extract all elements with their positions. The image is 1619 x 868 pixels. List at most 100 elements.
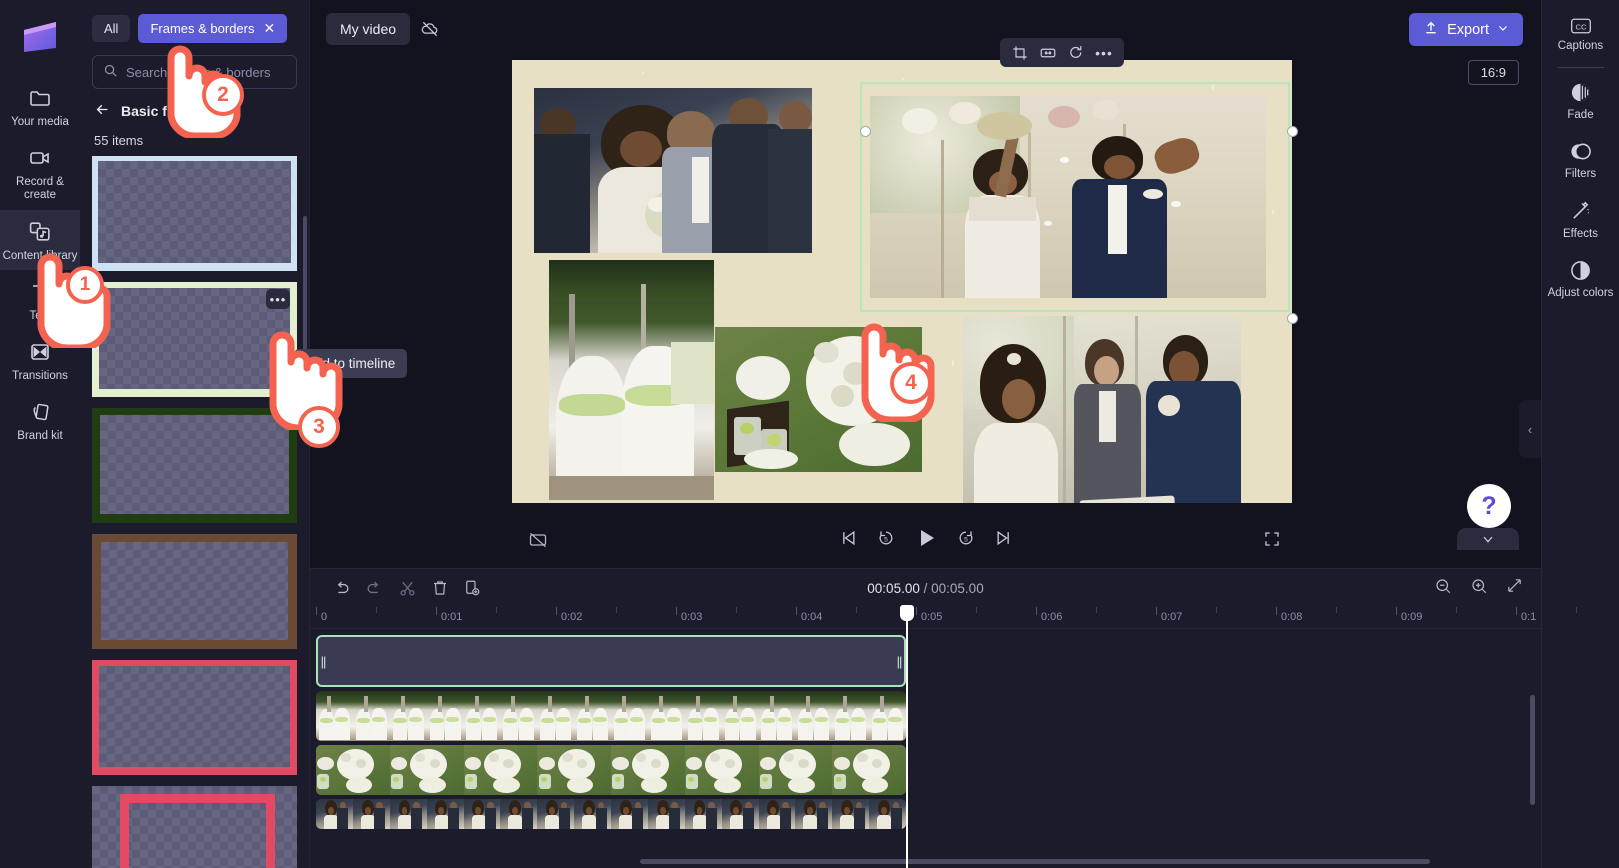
- track-floral-centerpiece[interactable]: [316, 745, 906, 795]
- export-label: Export: [1447, 21, 1489, 38]
- property-item-adjust-colors[interactable]: Adjust colors: [1542, 250, 1619, 309]
- fit-timeline-icon[interactable]: [1506, 577, 1523, 599]
- fit-width-icon[interactable]: [1036, 42, 1060, 64]
- ruler-tick-minor: [856, 607, 857, 613]
- property-label: Effects: [1563, 227, 1598, 240]
- property-label: Captions: [1557, 40, 1604, 52]
- text-t-icon: [27, 279, 53, 305]
- arrow-left-icon[interactable]: [94, 101, 111, 121]
- top-bar: My video Export 16:9: [310, 0, 1541, 85]
- help-collapse-caret[interactable]: [1457, 528, 1519, 550]
- frame-card-light-blue[interactable]: [92, 156, 297, 271]
- chip-label: All: [104, 21, 119, 36]
- export-button[interactable]: Export: [1409, 13, 1523, 46]
- frame-more-options-icon[interactable]: •••: [266, 289, 290, 309]
- skip-to-start-icon[interactable]: [838, 528, 858, 548]
- search-input[interactable]: [126, 64, 286, 80]
- clipchamp-logo-icon[interactable]: [18, 18, 62, 58]
- rewind-5-icon[interactable]: 5: [876, 528, 896, 548]
- folder-icon: [27, 85, 53, 111]
- property-item-effects[interactable]: Effects: [1542, 191, 1619, 250]
- skip-to-end-icon[interactable]: [994, 528, 1014, 548]
- photo-reception-tables[interactable]: [549, 260, 714, 500]
- property-label: Filters: [1564, 168, 1597, 181]
- breadcrumb[interactable]: Basic frames: [80, 89, 309, 127]
- split-scissors-icon[interactable]: [398, 579, 417, 598]
- filmstrip-thumbnail: [463, 799, 501, 829]
- track-guests[interactable]: [316, 799, 906, 829]
- filmstrip-thumbnail: [500, 799, 538, 829]
- filmstrip-thumbnail: [795, 799, 833, 829]
- step-badge-2: 2: [202, 74, 244, 116]
- more-options-icon[interactable]: •••: [1092, 42, 1116, 64]
- crop-icon[interactable]: [1008, 42, 1032, 64]
- photo-ceremony-vows[interactable]: [963, 316, 1241, 503]
- zoom-out-icon[interactable]: [1434, 577, 1452, 600]
- sidebar-item-transitions[interactable]: Transitions: [0, 330, 80, 390]
- sidebar-label: Brand kit: [17, 430, 63, 443]
- trim-handle-right[interactable]: ||: [894, 637, 904, 685]
- filmstrip-thumbnail: [537, 691, 575, 741]
- photo-floral-centerpiece[interactable]: [715, 327, 922, 472]
- captions-off-icon[interactable]: [528, 530, 548, 555]
- duplicate-icon[interactable]: [463, 579, 481, 597]
- play-icon[interactable]: [914, 526, 938, 550]
- photo-celebration-couple[interactable]: [870, 96, 1266, 298]
- frame-card-light-green[interactable]: •••: [92, 282, 297, 397]
- filmstrip-thumbnail: [537, 745, 611, 795]
- chip-all[interactable]: All: [92, 15, 131, 42]
- sidebar-label: Content library: [2, 249, 78, 262]
- playhead[interactable]: [900, 605, 914, 868]
- video-canvas[interactable]: [512, 60, 1292, 503]
- sidebar-item-brand-kit[interactable]: Brand kit: [0, 390, 80, 450]
- project-name-field[interactable]: My video: [326, 13, 411, 45]
- sidebar-item-your-media[interactable]: Your media: [0, 76, 80, 136]
- photo-bride-and-father[interactable]: [534, 88, 812, 253]
- zoom-in-icon[interactable]: [1470, 577, 1488, 600]
- filmstrip-thumbnail: [758, 745, 833, 795]
- sidebar-item-record-create[interactable]: Record & create: [0, 136, 80, 209]
- frames-grid[interactable]: •••: [80, 156, 309, 868]
- filmstrip-thumbnail: [832, 745, 906, 795]
- search-box[interactable]: [92, 55, 297, 89]
- step-badge-1: 1: [66, 266, 104, 304]
- content-library-icon: [27, 219, 53, 245]
- forward-5-icon[interactable]: 5: [956, 528, 976, 548]
- chevron-left-icon: ‹: [1527, 421, 1533, 437]
- delete-trash-icon[interactable]: [431, 579, 449, 597]
- sidebar-item-content-library[interactable]: Content library: [0, 209, 80, 270]
- timeline-horizontal-scrollbar[interactable]: [640, 859, 1430, 864]
- property-item-captions[interactable]: CC Captions: [1542, 8, 1619, 62]
- chip-frames-borders[interactable]: Frames & borders ✕: [138, 14, 288, 43]
- filmstrip-thumbnail: [463, 745, 538, 795]
- timeline-vertical-scrollbar[interactable]: [1530, 695, 1535, 805]
- trim-handle-left[interactable]: ||: [318, 637, 328, 685]
- property-item-filters[interactable]: Filters: [1542, 131, 1619, 190]
- track-reception-tables[interactable]: [316, 691, 906, 741]
- ruler-label: 0:07: [1161, 611, 1183, 623]
- track-frame-overlay[interactable]: || ||: [316, 635, 906, 687]
- collapse-panel-button[interactable]: ‹: [1519, 400, 1541, 458]
- timeline-ruler[interactable]: 0 0:01 0:02 0:03 0:04 0:05 0:06 0:07 0:08 0:09 0:1: [310, 607, 1577, 629]
- filmstrip-thumbnail: [611, 691, 648, 741]
- rotate-icon[interactable]: [1064, 42, 1088, 64]
- undo-icon[interactable]: [332, 579, 351, 598]
- close-x-icon[interactable]: ✕: [264, 20, 276, 37]
- chevron-down-icon: [1497, 22, 1509, 38]
- frame-card-dark-green[interactable]: [92, 408, 297, 523]
- frame-card-brown[interactable]: [92, 534, 297, 649]
- library-scrollbar[interactable]: [303, 216, 307, 361]
- ruler-tick-minor: [376, 607, 377, 613]
- filmstrip-thumbnail: [426, 691, 464, 741]
- property-item-fade[interactable]: Fade: [1542, 72, 1619, 131]
- help-button[interactable]: ?: [1467, 484, 1511, 528]
- redo-icon[interactable]: [365, 579, 384, 598]
- filmstrip-thumbnail: [758, 691, 796, 741]
- playhead-knob[interactable]: [900, 605, 914, 621]
- fullscreen-icon[interactable]: [1263, 530, 1281, 553]
- frame-card-red[interactable]: [92, 660, 297, 775]
- frame-card-red-partial[interactable]: [92, 786, 297, 868]
- eye-off-cloud-icon[interactable]: [414, 13, 446, 45]
- property-label: Adjust colors: [1547, 286, 1614, 299]
- ruler-tick-minor: [1096, 607, 1097, 613]
